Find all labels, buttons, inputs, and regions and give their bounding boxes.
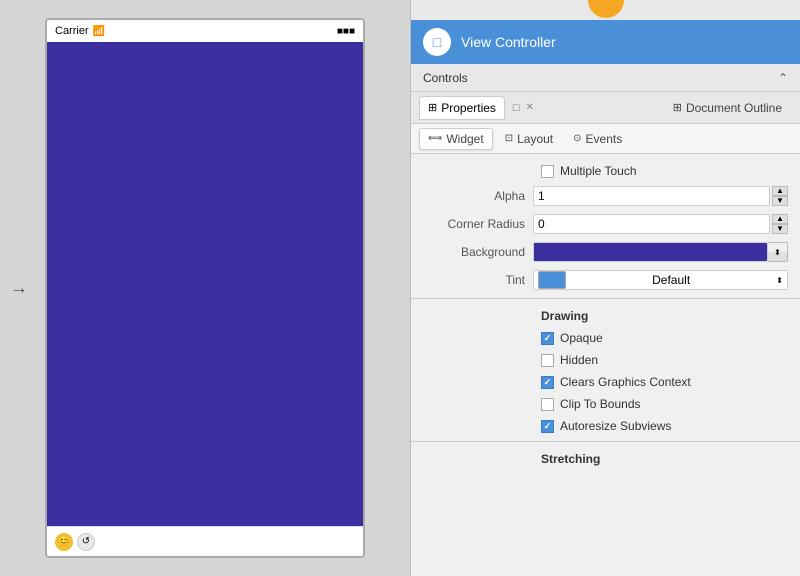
autoresize-row: Autoresize Subviews: [411, 415, 800, 437]
emoji-label: 😊: [58, 536, 70, 547]
tab-close-button[interactable]: □ ✕: [507, 98, 540, 118]
subtab-events[interactable]: ⊙ Events: [565, 129, 630, 149]
events-icon: ⊙: [573, 133, 581, 144]
tint-value-area: Default ⬍: [533, 270, 788, 290]
multiple-touch-row: Multiple Touch: [411, 160, 800, 182]
multiple-touch-label: Multiple Touch: [560, 164, 637, 178]
alpha-value-area: ▲ ▼: [533, 186, 788, 206]
subtab-widget[interactable]: ⟺ Widget: [419, 128, 493, 150]
divider-1: [411, 298, 800, 299]
events-label: Events: [586, 132, 623, 146]
clears-graphics-label: Clears Graphics Context: [560, 375, 691, 389]
tint-swatch: [538, 271, 566, 289]
hidden-row: Hidden: [411, 349, 800, 371]
layout-label: Layout: [517, 132, 553, 146]
vc-icon-symbol: □: [433, 34, 441, 50]
orange-circle: [588, 0, 624, 18]
opaque-row: Opaque: [411, 327, 800, 349]
status-bar: Carrier 📶 ■■■: [47, 20, 363, 42]
background-value-area: ⬍: [533, 242, 788, 262]
doc-outline-icon: ⊞: [673, 101, 682, 114]
hidden-checkbox[interactable]: [541, 354, 554, 367]
refresh-icon[interactable]: ↺: [77, 533, 95, 551]
subtab-layout[interactable]: ⊡ Layout: [497, 129, 561, 149]
autoresize-label: Autoresize Subviews: [560, 419, 671, 433]
chevron-up-icon[interactable]: ⌃: [778, 71, 788, 85]
corner-radius-input-group: ▲ ▼: [533, 214, 788, 234]
carrier-label: Carrier: [55, 25, 89, 37]
hidden-label: Hidden: [560, 353, 598, 367]
layout-icon: ⊡: [505, 133, 513, 144]
widget-label: Widget: [446, 132, 483, 146]
clears-graphics-row: Clears Graphics Context: [411, 371, 800, 393]
tint-row: Tint Default ⬍: [411, 266, 800, 294]
properties-content: Multiple Touch Alpha ▲ ▼ Corner Radius: [411, 154, 800, 576]
close-icon: □: [513, 102, 520, 114]
autoresize-checkbox[interactable]: [541, 420, 554, 433]
subtabs-row: ⟺ Widget ⊡ Layout ⊙ Events: [411, 124, 800, 154]
ios-bottom-bar: 😊 ↺: [47, 526, 363, 556]
background-dropdown-btn[interactable]: ⬍: [768, 242, 788, 262]
dropdown-arrows: ⬍: [774, 248, 781, 257]
refresh-label: ↺: [82, 536, 90, 547]
battery-indicator: ■■■: [337, 26, 355, 37]
tab-properties[interactable]: ⊞ Properties: [419, 96, 505, 120]
tabs-row: ⊞ Properties □ ✕ ⊞ Document Outline: [411, 92, 800, 124]
alpha-decrement[interactable]: ▼: [772, 196, 788, 206]
ios-device: Carrier 📶 ■■■ 😊 ↺: [45, 18, 365, 558]
corner-radius-value-area: ▲ ▼: [533, 214, 788, 234]
clears-graphics-checkbox[interactable]: [541, 376, 554, 389]
opaque-label: Opaque: [560, 331, 603, 345]
properties-tab-label: Properties: [441, 101, 496, 115]
corner-radius-row: Corner Radius ▲ ▼: [411, 210, 800, 238]
tint-dropdown[interactable]: Default ⬍: [533, 270, 788, 290]
ios-content-area: [47, 42, 363, 526]
alpha-stepper[interactable]: ▲ ▼: [772, 186, 788, 206]
clip-to-bounds-row: Clip To Bounds: [411, 393, 800, 415]
tint-value-label: Default: [652, 273, 690, 287]
opaque-checkbox[interactable]: [541, 332, 554, 345]
properties-tab-icon: ⊞: [428, 101, 437, 114]
corner-radius-stepper[interactable]: ▲ ▼: [772, 214, 788, 234]
background-row: Background ⬍: [411, 238, 800, 266]
vc-header: □ View Controller: [411, 20, 800, 64]
background-label: Background: [423, 245, 533, 259]
emoji-icon[interactable]: 😊: [55, 533, 73, 551]
tab-document-outline[interactable]: ⊞ Document Outline: [663, 97, 792, 119]
multiple-touch-checkbox[interactable]: [541, 165, 554, 178]
background-color-swatch[interactable]: [533, 242, 768, 262]
drawing-section-header: Drawing: [411, 303, 800, 327]
corner-radius-label: Corner Radius: [423, 217, 533, 231]
inspector-panel: □ View Controller Controls ⌃ ⊞ Propertie…: [410, 0, 800, 576]
tint-chevron-icon: ⬍: [776, 276, 783, 285]
tint-input-group: Default ⬍: [533, 270, 788, 290]
controls-row[interactable]: Controls ⌃: [411, 64, 800, 92]
vc-icon: □: [423, 28, 451, 56]
alpha-input-group: ▲ ▼: [533, 186, 788, 206]
corner-radius-decrement[interactable]: ▼: [772, 224, 788, 234]
alpha-label: Alpha: [423, 189, 533, 203]
arrow-icon: →: [10, 278, 28, 299]
background-color-input: ⬍: [533, 242, 788, 262]
alpha-input[interactable]: [533, 186, 770, 206]
carrier-area: Carrier 📶: [55, 25, 105, 37]
battery-label: ■■■: [337, 26, 355, 37]
stretching-section-header: Stretching: [411, 446, 800, 470]
alpha-increment[interactable]: ▲: [772, 186, 788, 196]
widget-icon: ⟺: [428, 133, 442, 144]
controls-label: Controls: [423, 71, 468, 85]
corner-radius-increment[interactable]: ▲: [772, 214, 788, 224]
vc-title: View Controller: [461, 34, 556, 50]
divider-2: [411, 441, 800, 442]
wifi-icon: 📶: [93, 26, 105, 37]
clip-to-bounds-checkbox[interactable]: [541, 398, 554, 411]
clip-to-bounds-label: Clip To Bounds: [560, 397, 641, 411]
corner-radius-input[interactable]: [533, 214, 770, 234]
simulator-panel: → Carrier 📶 ■■■ 😊 ↺: [0, 0, 410, 576]
tint-label: Tint: [423, 273, 533, 287]
doc-outline-label: Document Outline: [686, 101, 782, 115]
close-x[interactable]: ✕: [526, 102, 534, 113]
alpha-row: Alpha ▲ ▼: [411, 182, 800, 210]
inspector-top: [411, 0, 800, 20]
